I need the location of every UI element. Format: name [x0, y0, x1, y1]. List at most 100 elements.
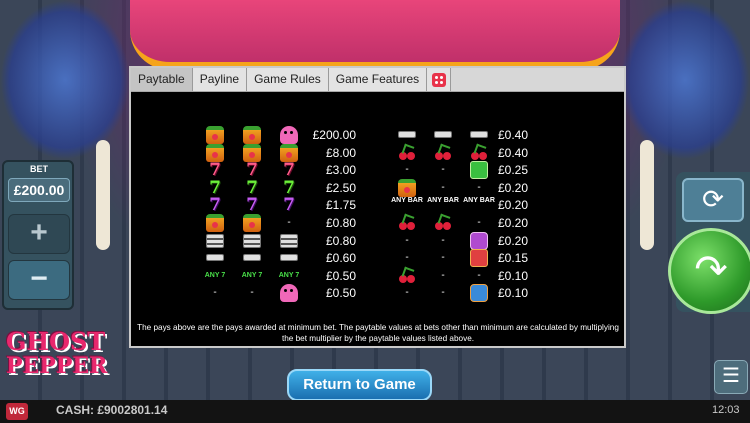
single-bar-symbol-icon — [243, 254, 261, 262]
pay-value: £0.20 — [497, 180, 528, 195]
tab-extra[interactable] — [427, 68, 452, 91]
empty-symbol: - — [213, 287, 217, 299]
pay-value: £0.40 — [497, 128, 528, 142]
tab-game-features[interactable]: Game Features — [328, 68, 428, 91]
paytable-row: - - £0.15 — [398, 249, 598, 268]
empty-symbol: - — [250, 287, 254, 299]
bet-panel: BET £200.00 + − — [2, 160, 74, 310]
any-seven-label: ANY 7 — [204, 271, 226, 279]
empty-symbol: - — [441, 252, 445, 264]
paytable-row: - £0.20 — [398, 214, 598, 232]
empty-symbol: - — [441, 287, 445, 299]
single-bar-symbol-icon — [206, 254, 224, 262]
cherry-symbol-icon — [398, 267, 416, 285]
paytable-row: - - £0.20 — [398, 231, 598, 250]
pay-value: £2.50 — [325, 180, 356, 195]
pepper-symbol-icon — [206, 143, 224, 162]
paytable-row: - - £0.20 — [398, 178, 598, 197]
green-seven-symbol-icon: 7 — [246, 177, 258, 198]
empty-symbol: - — [441, 181, 445, 193]
pay-value: £0.20 — [497, 233, 528, 248]
autoplay-button[interactable]: ⟳ — [682, 178, 744, 222]
pay-value: £0.60 — [325, 251, 356, 266]
empty-symbol: - — [405, 234, 409, 246]
pepper-symbol-icon — [243, 126, 261, 144]
paytable-row: £200.00 — [206, 126, 406, 144]
pepper-symbol-icon — [243, 143, 261, 162]
triple-bar-symbol-icon — [206, 233, 224, 248]
cherry-symbol-icon — [434, 214, 452, 232]
empty-symbol: - — [441, 234, 445, 246]
paytable-row: ANY BAR ANY BAR ANY BAR £0.20 — [391, 196, 598, 214]
clock: 12:03 — [712, 404, 740, 416]
any-bar-label: ANY BAR — [427, 197, 459, 205]
cherry-symbol-icon — [398, 214, 416, 232]
paytable-row: £0.40 — [398, 144, 598, 162]
pay-value: £0.10 — [497, 268, 528, 283]
pay-value: £0.25 — [497, 163, 528, 178]
pepper-symbol-icon — [206, 214, 224, 232]
pay-value: £0.50 — [325, 286, 356, 301]
paytable-row: - - £0.25 — [398, 161, 598, 180]
pepper-symbol-icon — [398, 178, 416, 197]
bet-value: £200.00 — [8, 178, 70, 202]
any-seven-label: ANY 7 — [241, 271, 263, 279]
decorative-wing-right — [620, 0, 750, 160]
tab-payline[interactable]: Payline — [192, 68, 248, 91]
game-logo: GHOST PEPPER — [6, 330, 126, 390]
paytable-row: £0.60 — [206, 249, 406, 267]
menu-button[interactable]: ☰ — [714, 360, 748, 394]
empty-symbol: - — [441, 269, 445, 281]
pay-value: £0.80 — [325, 233, 356, 248]
red-seven-symbol-icon: 7 — [246, 160, 258, 181]
single-bar-symbol-icon — [434, 131, 452, 138]
pay-value: £8.00 — [325, 145, 356, 160]
spin-button[interactable]: ↷ — [668, 228, 750, 314]
pay-value: £0.40 — [497, 145, 528, 160]
paytable-tabs: Paytable Payline Game Rules Game Feature… — [131, 68, 624, 92]
tab-game-rules[interactable]: Game Rules — [247, 68, 329, 91]
green-seven-symbol-icon: 7 — [209, 177, 221, 198]
tab-paytable[interactable]: Paytable — [131, 68, 193, 91]
red-seven-symbol-icon: 7 — [209, 160, 221, 181]
empty-symbol: - — [405, 164, 409, 176]
triple-bar-symbol-icon — [243, 233, 261, 248]
paytable-row: £0.40 — [398, 126, 598, 144]
cherry-symbol-icon — [398, 144, 416, 162]
pepper-symbol-icon — [243, 214, 261, 232]
cash-balance: CASH: £9002801.14 — [56, 403, 168, 417]
bone-decoration-left — [96, 140, 110, 250]
hamburger-icon: ☰ — [722, 365, 740, 387]
paytable-row: - £0.80 — [206, 214, 406, 232]
pay-value: £3.00 — [325, 163, 356, 178]
brand-logo: WG — [6, 403, 28, 420]
bet-label: BET — [30, 164, 48, 174]
pay-value: £0.20 — [497, 216, 528, 230]
decorative-wing-left — [0, 0, 130, 160]
paytable-dialog: Paytable Payline Game Rules Game Feature… — [129, 66, 626, 348]
logo-line1: GHOST — [6, 327, 106, 356]
paytable-row: 7 7 7 £2.50 — [206, 179, 406, 197]
spin-arrow-icon: ↷ — [694, 248, 728, 292]
single-bar-symbol-icon — [398, 131, 416, 138]
paytable-row: 7 7 7 £3.00 — [206, 161, 406, 179]
cherry-symbol-icon — [434, 144, 452, 162]
paytable-note: The pays above are the pays awarded at m… — [137, 323, 619, 343]
empty-symbol: - — [405, 252, 409, 264]
paytable-row: - - £0.50 — [206, 284, 406, 303]
bet-decrease-button[interactable]: − — [8, 260, 70, 300]
paytable-row: - - £0.10 — [398, 267, 598, 285]
bone-decoration-right — [640, 140, 654, 250]
bet-increase-button[interactable]: + — [8, 214, 70, 254]
pay-value: £0.10 — [497, 286, 528, 301]
paytable-row: - - £0.10 — [398, 284, 598, 303]
any-bar-label: ANY BAR — [391, 197, 423, 205]
paytable-row: 7 7 7 £1.75 — [206, 196, 406, 214]
paytable-row: £0.80 — [206, 232, 406, 250]
paytable-row: £8.00 — [206, 143, 406, 162]
pay-value: £0.80 — [325, 216, 356, 230]
return-to-game-button[interactable]: Return to Game — [287, 369, 432, 401]
pay-value: £0.20 — [497, 198, 528, 213]
paytable-row: ANY 7 ANY 7 ANY 7 £0.50 — [205, 267, 406, 285]
decorative-arch — [130, 0, 620, 70]
